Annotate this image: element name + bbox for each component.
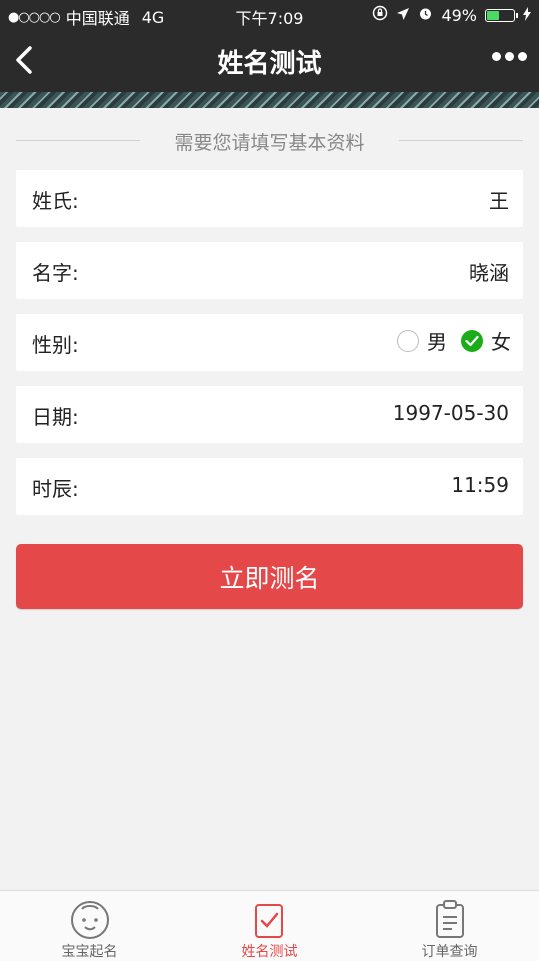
hour-value[interactable]: 11:59 — [451, 473, 509, 497]
surname-label: 姓氏: — [32, 189, 79, 213]
date-row[interactable]: 日期: 1997-05-30 — [16, 386, 523, 443]
baby-face-icon — [68, 897, 112, 941]
tab-name-test[interactable]: 姓名测试 — [180, 891, 359, 961]
battery-percent: 49% — [441, 5, 477, 25]
more-dots-icon — [492, 52, 501, 61]
surname-value[interactable]: 王 — [489, 185, 509, 214]
surname-row[interactable]: 姓氏: 王 — [16, 170, 523, 227]
orientation-lock-icon — [372, 5, 388, 25]
name-test-icon — [248, 897, 292, 941]
bottom-tab-bar: 宝宝起名 姓名测试 订单查询 — [0, 890, 539, 961]
location-arrow-icon — [396, 6, 410, 25]
tab-baby-naming-label: 宝宝起名 — [61, 944, 118, 960]
hour-label: 时辰: — [32, 477, 79, 501]
gender-label: 性别: — [32, 333, 79, 357]
hour-row[interactable]: 时辰: 11:59 — [16, 458, 523, 515]
divider-right — [399, 140, 523, 141]
alarm-clock-icon — [418, 6, 433, 25]
section-heading-text: 需要您请填写基本资料 — [174, 132, 365, 154]
page-title: 姓名测试 — [217, 49, 322, 79]
nav-bar: 姓名测试 — [0, 30, 539, 92]
radio-unchecked-icon[interactable] — [397, 329, 419, 352]
radio-checked-icon[interactable] — [461, 329, 483, 352]
gender-row: 性别: 男 女 — [16, 314, 523, 371]
gender-radio-group: 男 女 — [397, 326, 511, 355]
tab-order-query[interactable]: 订单查询 — [360, 891, 539, 961]
order-clipboard-icon — [428, 897, 472, 941]
tab-order-query-label: 订单查询 — [421, 944, 478, 960]
more-options-button[interactable] — [492, 52, 527, 61]
battery-icon — [485, 8, 518, 22]
date-value[interactable]: 1997-05-30 — [393, 401, 509, 425]
gender-option-male[interactable]: 男 — [397, 326, 447, 355]
charging-bolt-icon — [523, 6, 531, 25]
tab-baby-naming[interactable]: 宝宝起名 — [0, 891, 179, 961]
gender-male-label: 男 — [427, 330, 447, 354]
given-name-row[interactable]: 名字: 晓涵 — [16, 242, 523, 299]
gender-option-female[interactable]: 女 — [461, 326, 511, 355]
submit-test-button[interactable]: 立即测名 — [16, 544, 523, 609]
gender-female-label: 女 — [491, 330, 511, 354]
given-name-value[interactable]: 晓涵 — [469, 257, 509, 286]
decorative-pattern-strip — [0, 92, 539, 108]
status-bar: ●○○○○ 中国联通 4G 下午7:09 49% — [0, 0, 539, 30]
section-heading: 需要您请填写基本资料 — [0, 124, 539, 158]
tab-name-test-label: 姓名测试 — [241, 944, 298, 960]
given-name-label: 名字: — [32, 261, 79, 285]
date-label: 日期: — [32, 405, 79, 429]
